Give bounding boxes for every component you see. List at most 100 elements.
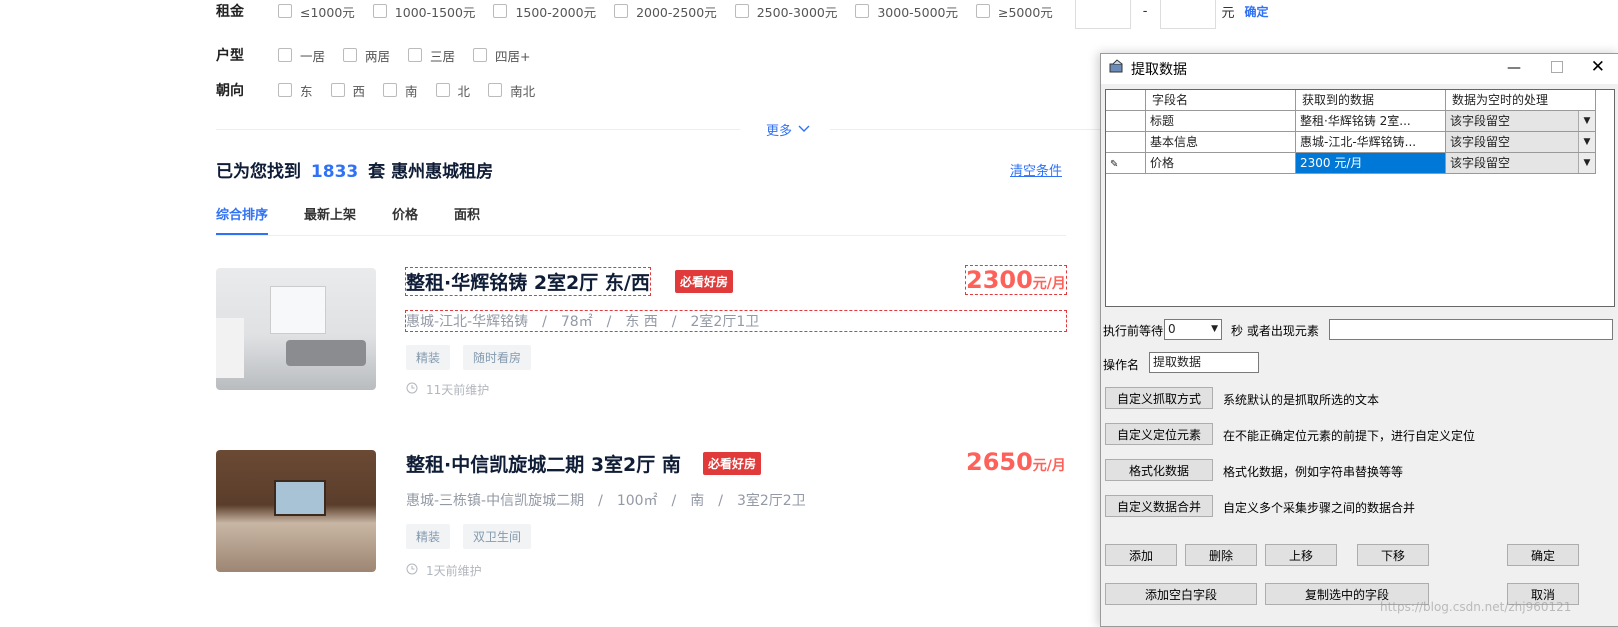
clear-filters-link[interactable]: 清空条件 xyxy=(1010,160,1062,179)
action-description: 系统默认的是抓取所选的文本 xyxy=(1223,393,1380,407)
more-toggle[interactable]: 更多 xyxy=(766,120,810,139)
layout-option[interactable]: 一居 xyxy=(278,46,325,65)
listing-info: 惠城-江北-华辉铭铸 / 78㎡ / 东 西 / 2室2厅1卫 xyxy=(405,310,1067,332)
chevron-down-icon[interactable]: ▼ xyxy=(1211,320,1218,339)
checkbox[interactable] xyxy=(855,4,870,18)
layout-option[interactable]: 三居 xyxy=(408,46,455,65)
sort-tabs: 综合排序 最新上架 价格 面积 xyxy=(216,204,480,223)
chevron-down-icon[interactable]: ▼ xyxy=(1578,111,1595,131)
rent-option[interactable]: 3000-5000元 xyxy=(855,2,958,21)
results-prefix: 已为您找到 xyxy=(216,162,301,182)
chevron-down-icon[interactable]: ▼ xyxy=(1578,132,1595,152)
minimize-icon[interactable]: — xyxy=(1507,60,1521,76)
orientation-label: 朝向 xyxy=(216,83,244,99)
row-header-cell xyxy=(1106,90,1146,111)
column-header[interactable]: 字段名 xyxy=(1146,90,1296,111)
checkbox[interactable] xyxy=(343,48,358,62)
results-count: 1833 xyxy=(310,162,359,182)
must-see-badge: 必看好房 xyxy=(703,452,762,475)
room-shelf xyxy=(216,318,244,378)
tab-comprehensive[interactable]: 综合排序 xyxy=(216,204,268,223)
move-up-button[interactable]: 上移 xyxy=(1265,544,1337,566)
close-icon[interactable]: ✕ xyxy=(1591,57,1605,77)
checkbox[interactable] xyxy=(734,4,749,18)
checkbox[interactable] xyxy=(330,83,345,97)
layout-option[interactable]: 四居+ xyxy=(473,46,531,65)
column-header[interactable]: 获取到的数据 xyxy=(1296,90,1446,111)
field-name-cell[interactable]: 标题 xyxy=(1146,111,1296,132)
move-down-button[interactable]: 下移 xyxy=(1357,544,1429,566)
checkbox[interactable] xyxy=(278,83,292,97)
listing-tag: 双卫生间 xyxy=(463,524,532,549)
clock-icon xyxy=(406,382,418,397)
rent-option[interactable]: 1500-2000元 xyxy=(493,2,596,21)
rent-option[interactable]: 1000-1500元 xyxy=(372,2,475,21)
delete-button[interactable]: 删除 xyxy=(1185,544,1257,566)
custom-merge-button[interactable]: 自定义数据合并 xyxy=(1105,495,1213,517)
wait-seconds-select[interactable]: 0 ▼ xyxy=(1164,319,1222,340)
checkbox[interactable] xyxy=(614,4,629,18)
dialog-title: 提取数据 xyxy=(1131,62,1187,78)
element-appear-input[interactable] xyxy=(1329,319,1613,340)
checkbox[interactable] xyxy=(488,83,503,97)
orientation-option[interactable]: 西 xyxy=(330,81,365,100)
orientation-option[interactable]: 南北 xyxy=(488,81,535,100)
checkbox[interactable] xyxy=(435,83,450,97)
layout-option[interactable]: 两居 xyxy=(343,46,390,65)
ok-button[interactable]: 确定 xyxy=(1507,544,1579,566)
checkbox[interactable] xyxy=(473,48,488,62)
column-header[interactable]: 数据为空时的处理 xyxy=(1446,90,1596,111)
empty-handling-select[interactable]: 该字段留空 ▼ xyxy=(1446,132,1596,153)
format-data-button[interactable]: 格式化数据 xyxy=(1105,459,1213,481)
room-sofa xyxy=(286,340,366,366)
action-description: 格式化数据，例如字符串替换等等 xyxy=(1223,465,1404,479)
custom-capture-button[interactable]: 自定义抓取方式 xyxy=(1105,387,1213,409)
listing-photo[interactable] xyxy=(216,268,376,390)
data-cell[interactable]: 惠城-江北-华辉铭铸... xyxy=(1296,132,1446,153)
checkbox[interactable] xyxy=(278,4,292,18)
rent-option[interactable]: 2500-3000元 xyxy=(734,2,837,21)
orientation-option[interactable]: 东 xyxy=(278,81,313,100)
field-name-cell[interactable]: 基本信息 xyxy=(1146,132,1296,153)
empty-handling-select[interactable]: 该字段留空 ▼ xyxy=(1446,111,1596,132)
data-cell[interactable]: 整租·华辉铭铸 2室... xyxy=(1296,111,1446,132)
checkbox[interactable] xyxy=(383,83,398,97)
tab-newest[interactable]: 最新上架 xyxy=(304,204,356,223)
empty-handling-select[interactable]: 该字段留空 ▼ xyxy=(1446,153,1596,174)
checkbox[interactable] xyxy=(408,48,423,62)
add-button[interactable]: 添加 xyxy=(1105,544,1177,566)
price-unit: 元/月 xyxy=(1032,458,1066,474)
tab-price[interactable]: 价格 xyxy=(392,204,418,223)
data-cell-selected[interactable]: 2300 元/月 xyxy=(1296,153,1446,174)
tab-area[interactable]: 面积 xyxy=(454,204,480,223)
rent-confirm-link[interactable]: 确定 xyxy=(1245,3,1269,20)
rent-min-input[interactable] xyxy=(1074,0,1131,29)
rent-max-input[interactable] xyxy=(1159,0,1216,29)
rent-option[interactable]: ≤1000元 xyxy=(278,2,355,21)
rent-unit: 元 xyxy=(1221,5,1235,21)
listing-photo[interactable] xyxy=(216,450,376,572)
field-name-cell[interactable]: 价格 xyxy=(1146,153,1296,174)
add-blank-field-button[interactable]: 添加空白字段 xyxy=(1105,583,1257,605)
orientation-option[interactable]: 北 xyxy=(435,81,470,100)
price-unit: 元/月 xyxy=(1032,276,1066,292)
dialog-titlebar[interactable]: 提取数据 — ✕ xyxy=(1101,54,1618,84)
orientation-option[interactable]: 南 xyxy=(383,81,418,100)
action-description: 在不能正确定位元素的前提下，进行自定义定位 xyxy=(1223,429,1476,443)
listing-title[interactable]: 整租·华辉铭铸 2室2厅 东/西 xyxy=(405,267,651,296)
checkbox[interactable] xyxy=(976,4,990,18)
rent-option[interactable]: 2000-2500元 xyxy=(614,2,717,21)
listing-info: 惠城-三栋镇-中信凯旋城二期 / 100㎡ / 南 / 3室2厅2卫 xyxy=(406,493,806,509)
listing-tag: 精装 xyxy=(406,345,451,370)
listing-title[interactable]: 整租·中信凯旋城二期 3室2厅 南 xyxy=(406,450,681,477)
checkbox[interactable] xyxy=(278,48,292,62)
custom-locate-button[interactable]: 自定义定位元素 xyxy=(1105,423,1213,445)
checkbox[interactable] xyxy=(493,4,508,18)
layout-label: 户型 xyxy=(216,48,244,64)
chevron-down-icon[interactable]: ▼ xyxy=(1578,153,1595,173)
checkbox[interactable] xyxy=(372,4,387,18)
maximize-icon[interactable] xyxy=(1551,61,1563,73)
op-name-input[interactable]: 提取数据 xyxy=(1149,352,1259,373)
rent-option[interactable]: ≥5000元 xyxy=(976,2,1053,21)
listing-tag: 随时看房 xyxy=(463,345,532,370)
